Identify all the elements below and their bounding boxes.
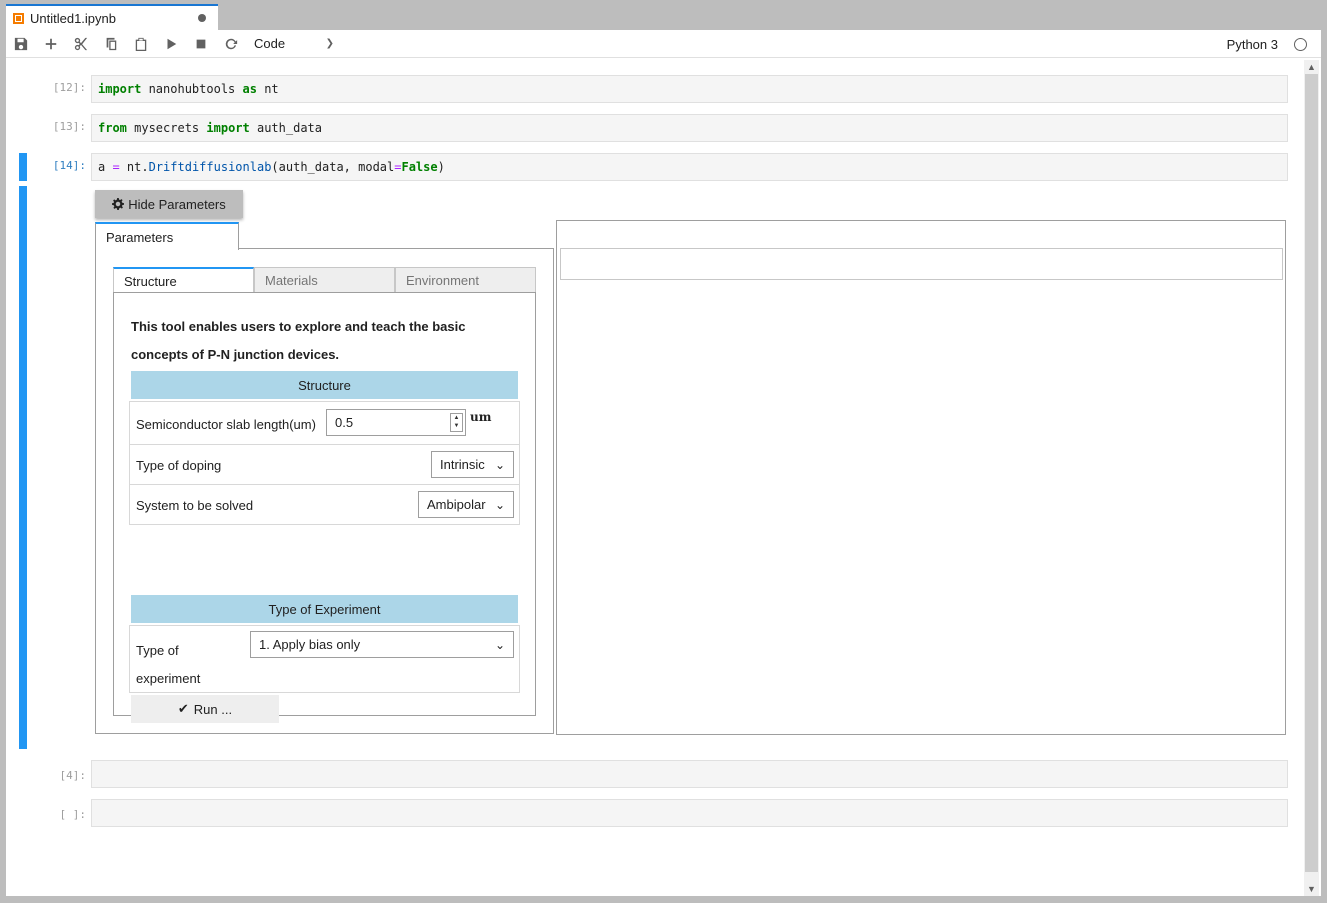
structure-section-header: Structure: [131, 371, 518, 399]
system-row: System to be solved Ambipolar ⌄: [129, 484, 520, 525]
tab-parameters[interactable]: Parameters: [95, 222, 239, 250]
tab-structure[interactable]: Structure: [113, 267, 254, 293]
output-collapser[interactable]: [19, 186, 27, 749]
cell-type-dropdown[interactable]: Code ❯: [254, 36, 334, 51]
experiment-row: Type of experiment 1. Apply bias only ⌄: [129, 625, 520, 693]
notebook-icon: [13, 13, 24, 24]
inner-tab-bar: Structure Materials Environment: [113, 267, 536, 293]
notebook-panel: Code ❯ Python 3 ▲ ▼ [12]: import nanohub…: [6, 30, 1321, 896]
slab-length-label: Semiconductor slab length(um): [136, 417, 316, 432]
gear-icon: [112, 198, 125, 210]
cell-prompt: [14]:: [52, 159, 86, 172]
experiment-value: 1. Apply bias only: [259, 637, 361, 652]
cell-prompt: [12]:: [52, 81, 86, 94]
run-button-label: Run ...: [193, 701, 233, 717]
insert-cell-button[interactable]: [36, 30, 66, 58]
notebook-tab[interactable]: Untitled1.ipynb: [6, 4, 218, 31]
scroll-down-icon[interactable]: ▼: [1304, 882, 1319, 896]
scrollbar-thumb[interactable]: [1305, 74, 1318, 872]
slab-length-value: 0.5: [335, 415, 354, 430]
tab-bar: Untitled1.ipynb: [0, 0, 1327, 31]
experiment-label: Type of experiment: [136, 643, 201, 686]
play-icon: [167, 38, 177, 49]
clipboard-icon: [135, 37, 147, 51]
slab-length-unit: um: [470, 410, 492, 424]
slab-length-input[interactable]: 0.5 ▲ ▼: [326, 409, 466, 436]
code-cell-editor[interactable]: a = nt.Driftdiffusionlab(auth_data, moda…: [91, 153, 1288, 181]
refresh-icon: [225, 38, 238, 49]
save-button[interactable]: [6, 30, 36, 58]
unsaved-indicator-icon[interactable]: [198, 14, 206, 22]
vertical-scrollbar[interactable]: ▲ ▼: [1304, 60, 1319, 896]
parameters-panel: Structure Materials Environment This too…: [95, 248, 554, 734]
interrupt-kernel-button[interactable]: [186, 30, 216, 58]
plus-icon: [45, 38, 57, 49]
chevron-down-icon: ⌄: [494, 637, 505, 652]
system-label: System to be solved: [136, 498, 254, 513]
stop-icon: [196, 39, 206, 48]
scroll-up-icon[interactable]: ▲: [1304, 60, 1319, 74]
kernel-name[interactable]: Python 3: [1227, 37, 1278, 52]
tab-materials[interactable]: Materials: [254, 267, 395, 293]
cell-type-label: Code: [254, 36, 286, 51]
experiment-select[interactable]: 1. Apply bias only ⌄: [250, 631, 514, 658]
kernel-status-icon: [1294, 38, 1307, 51]
code-cell-editor[interactable]: [91, 799, 1288, 827]
output-container: [560, 248, 1283, 280]
tab-title: Untitled1.ipynb: [30, 11, 116, 26]
structure-panel: This tool enables users to explore and t…: [113, 292, 536, 723]
doping-value: Intrinsic: [440, 457, 485, 472]
experiment-section-header: Type of Experiment: [131, 595, 518, 623]
check-icon: ✔: [177, 701, 189, 716]
notebook-toolbar: Code ❯ Python 3: [6, 30, 1321, 58]
doping-label: Type of doping: [136, 458, 222, 473]
chevron-down-icon: ❯: [325, 38, 334, 49]
cut-button[interactable]: [66, 30, 96, 58]
cell-prompt: [13]:: [52, 120, 86, 133]
slab-length-row: Semiconductor slab length(um) 0.5 ▲ ▼ um: [129, 401, 520, 445]
spinner-icon[interactable]: ▲ ▼: [450, 413, 463, 432]
hide-parameters-label: Hide Parameters: [128, 196, 226, 212]
tab-environment[interactable]: Environment: [395, 267, 536, 293]
cell-prompt: [4]:: [59, 769, 87, 782]
code-cell-editor[interactable]: from mysecrets import auth_data: [91, 114, 1288, 142]
chevron-down-icon: ⌄: [494, 457, 505, 472]
doping-select[interactable]: Intrinsic ⌄: [431, 451, 514, 478]
doping-row: Type of doping Intrinsic ⌄: [129, 444, 520, 485]
system-value: Ambipolar: [427, 497, 486, 512]
code-cell-editor[interactable]: [91, 760, 1288, 788]
run-button[interactable]: ✔ Run ...: [131, 695, 279, 723]
system-select[interactable]: Ambipolar ⌄: [418, 491, 514, 518]
chevron-down-icon: ⌄: [494, 497, 505, 512]
cell-prompt: [ ]:: [59, 808, 87, 821]
copy-icon: [106, 37, 117, 50]
tool-description: This tool enables users to explore and t…: [131, 319, 466, 362]
save-icon: [14, 37, 28, 50]
copy-button[interactable]: [96, 30, 126, 58]
run-cell-button[interactable]: [156, 30, 186, 58]
code-cell-editor[interactable]: import nanohubtools as nt: [91, 75, 1288, 103]
restart-kernel-button[interactable]: [216, 30, 246, 58]
scissors-icon: [74, 37, 88, 50]
input-collapser[interactable]: [19, 153, 27, 181]
paste-button[interactable]: [126, 30, 156, 58]
hide-parameters-button[interactable]: Hide Parameters: [95, 190, 243, 218]
output-panel: [556, 220, 1286, 735]
